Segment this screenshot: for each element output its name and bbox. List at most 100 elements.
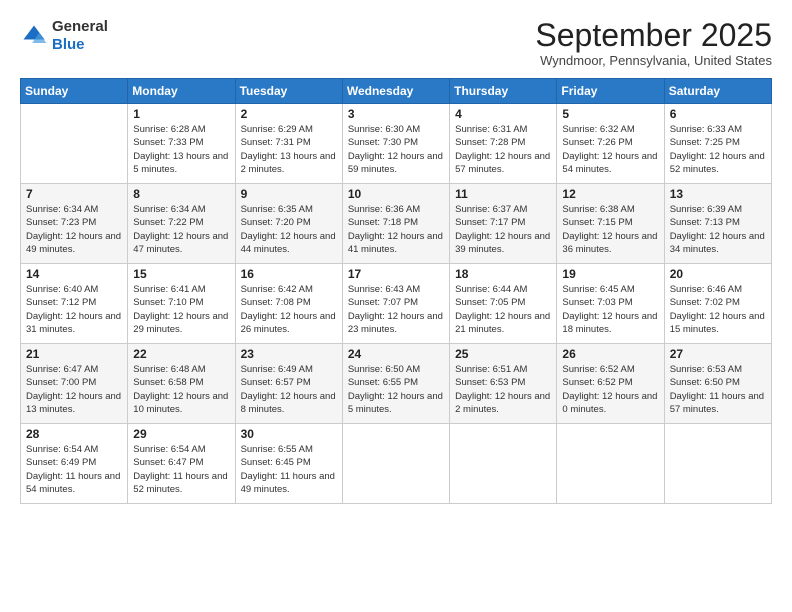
- day-number: 18: [455, 267, 551, 281]
- calendar-cell: 25 Sunrise: 6:51 AMSunset: 6:53 PMDayligh…: [450, 344, 557, 424]
- day-info: Sunrise: 6:41 AMSunset: 7:10 PMDaylight:…: [133, 283, 229, 336]
- day-number: 9: [241, 187, 337, 201]
- day-info: Sunrise: 6:33 AMSunset: 7:25 PMDaylight:…: [670, 123, 766, 176]
- day-number: 2: [241, 107, 337, 121]
- day-info: Sunrise: 6:35 AMSunset: 7:20 PMDaylight:…: [241, 203, 337, 256]
- day-info: Sunrise: 6:31 AMSunset: 7:28 PMDaylight:…: [455, 123, 551, 176]
- day-info: Sunrise: 6:30 AMSunset: 7:30 PMDaylight:…: [348, 123, 444, 176]
- calendar-day-header: Thursday: [450, 79, 557, 104]
- calendar-cell: 3 Sunrise: 6:30 AMSunset: 7:30 PMDaylight…: [342, 104, 449, 184]
- logo-text: General Blue: [52, 18, 108, 54]
- calendar-day-header: Saturday: [664, 79, 771, 104]
- day-number: 22: [133, 347, 229, 361]
- logo-blue: Blue: [52, 36, 85, 53]
- day-info: Sunrise: 6:54 AMSunset: 6:49 PMDaylight:…: [26, 443, 122, 496]
- day-number: 7: [26, 187, 122, 201]
- day-info: Sunrise: 6:51 AMSunset: 6:53 PMDaylight:…: [455, 363, 551, 416]
- calendar-cell: 22 Sunrise: 6:48 AMSunset: 6:58 PMDayligh…: [128, 344, 235, 424]
- day-number: 15: [133, 267, 229, 281]
- calendar-cell: 16 Sunrise: 6:42 AMSunset: 7:08 PMDayligh…: [235, 264, 342, 344]
- day-number: 26: [562, 347, 658, 361]
- calendar-cell: 14 Sunrise: 6:40 AMSunset: 7:12 PMDayligh…: [21, 264, 128, 344]
- location: Wyndmoor, Pennsylvania, United States: [535, 53, 772, 68]
- header: General Blue September 2025 Wyndmoor, Pe…: [20, 18, 772, 68]
- day-number: 12: [562, 187, 658, 201]
- day-number: 3: [348, 107, 444, 121]
- day-number: 28: [26, 427, 122, 441]
- calendar-cell: 1 Sunrise: 6:28 AMSunset: 7:33 PMDaylight…: [128, 104, 235, 184]
- day-number: 13: [670, 187, 766, 201]
- day-info: Sunrise: 6:37 AMSunset: 7:17 PMDaylight:…: [455, 203, 551, 256]
- calendar-cell: 9 Sunrise: 6:35 AMSunset: 7:20 PMDaylight…: [235, 184, 342, 264]
- day-info: Sunrise: 6:38 AMSunset: 7:15 PMDaylight:…: [562, 203, 658, 256]
- calendar-week-row: 7 Sunrise: 6:34 AMSunset: 7:23 PMDaylight…: [21, 184, 772, 264]
- logo: General Blue: [20, 18, 108, 54]
- calendar-cell: 10Sunrise: 6:36 AMSunset: 7:18 PMDayligh…: [342, 184, 449, 264]
- day-info: Sunrise: 6:54 AMSunset: 6:47 PMDaylight:…: [133, 443, 229, 496]
- day-number: 21: [26, 347, 122, 361]
- calendar-cell: 30 Sunrise: 6:55 AMSunset: 6:45 PMDayligh…: [235, 424, 342, 504]
- calendar-cell: 27 Sunrise: 6:53 AMSunset: 6:50 PMDayligh…: [664, 344, 771, 424]
- calendar-cell: 2 Sunrise: 6:29 AMSunset: 7:31 PMDaylight…: [235, 104, 342, 184]
- calendar-cell: [450, 424, 557, 504]
- calendar-cell: 12 Sunrise: 6:38 AMSunset: 7:15 PMDayligh…: [557, 184, 664, 264]
- calendar-cell: 8Sunrise: 6:34 AMSunset: 7:22 PMDaylight…: [128, 184, 235, 264]
- day-info: Sunrise: 6:42 AMSunset: 7:08 PMDaylight:…: [241, 283, 337, 336]
- calendar-cell: 17 Sunrise: 6:43 AMSunset: 7:07 PMDayligh…: [342, 264, 449, 344]
- day-info: Sunrise: 6:55 AMSunset: 6:45 PMDaylight:…: [241, 443, 337, 496]
- calendar-cell: 15 Sunrise: 6:41 AMSunset: 7:10 PMDayligh…: [128, 264, 235, 344]
- calendar-cell: [21, 104, 128, 184]
- day-number: 20: [670, 267, 766, 281]
- day-info: Sunrise: 6:40 AMSunset: 7:12 PMDaylight:…: [26, 283, 122, 336]
- day-info: Sunrise: 6:28 AMSunset: 7:33 PMDaylight:…: [133, 123, 229, 176]
- day-number: 5: [562, 107, 658, 121]
- day-number: 17: [348, 267, 444, 281]
- day-info: Sunrise: 6:53 AMSunset: 6:50 PMDaylight:…: [670, 363, 766, 416]
- calendar-cell: 29 Sunrise: 6:54 AMSunset: 6:47 PMDayligh…: [128, 424, 235, 504]
- calendar: SundayMondayTuesdayWednesdayThursdayFrid…: [20, 78, 772, 504]
- calendar-cell: 26Sunrise: 6:52 AMSunset: 6:52 PMDayligh…: [557, 344, 664, 424]
- day-info: Sunrise: 6:34 AMSunset: 7:22 PMDaylight:…: [133, 203, 229, 256]
- calendar-cell: 23 Sunrise: 6:49 AMSunset: 6:57 PMDayligh…: [235, 344, 342, 424]
- calendar-cell: 4 Sunrise: 6:31 AMSunset: 7:28 PMDaylight…: [450, 104, 557, 184]
- day-number: 16: [241, 267, 337, 281]
- day-info: Sunrise: 6:44 AMSunset: 7:05 PMDaylight:…: [455, 283, 551, 336]
- month-title: September 2025: [535, 18, 772, 53]
- calendar-cell: 24 Sunrise: 6:50 AMSunset: 6:55 PMDayligh…: [342, 344, 449, 424]
- day-info: Sunrise: 6:48 AMSunset: 6:58 PMDaylight:…: [133, 363, 229, 416]
- day-info: Sunrise: 6:43 AMSunset: 7:07 PMDaylight:…: [348, 283, 444, 336]
- day-number: 19: [562, 267, 658, 281]
- calendar-week-row: 28 Sunrise: 6:54 AMSunset: 6:49 PMDayligh…: [21, 424, 772, 504]
- day-info: Sunrise: 6:29 AMSunset: 7:31 PMDaylight:…: [241, 123, 337, 176]
- calendar-cell: 19 Sunrise: 6:45 AMSunset: 7:03 PMDayligh…: [557, 264, 664, 344]
- day-info: Sunrise: 6:50 AMSunset: 6:55 PMDaylight:…: [348, 363, 444, 416]
- day-number: 14: [26, 267, 122, 281]
- page: General Blue September 2025 Wyndmoor, Pe…: [0, 0, 792, 612]
- day-info: Sunrise: 6:36 AMSunset: 7:18 PMDaylight:…: [348, 203, 444, 256]
- day-number: 25: [455, 347, 551, 361]
- day-number: 29: [133, 427, 229, 441]
- calendar-week-row: 21 Sunrise: 6:47 AMSunset: 7:00 PMDayligh…: [21, 344, 772, 424]
- calendar-cell: 7 Sunrise: 6:34 AMSunset: 7:23 PMDaylight…: [21, 184, 128, 264]
- day-info: Sunrise: 6:49 AMSunset: 6:57 PMDaylight:…: [241, 363, 337, 416]
- day-number: 23: [241, 347, 337, 361]
- logo-icon: [20, 22, 48, 50]
- day-info: Sunrise: 6:45 AMSunset: 7:03 PMDaylight:…: [562, 283, 658, 336]
- calendar-cell: [342, 424, 449, 504]
- calendar-cell: 20 Sunrise: 6:46 AMSunset: 7:02 PMDayligh…: [664, 264, 771, 344]
- day-info: Sunrise: 6:46 AMSunset: 7:02 PMDaylight:…: [670, 283, 766, 336]
- calendar-cell: 21 Sunrise: 6:47 AMSunset: 7:00 PMDayligh…: [21, 344, 128, 424]
- day-info: Sunrise: 6:47 AMSunset: 7:00 PMDaylight:…: [26, 363, 122, 416]
- calendar-day-header: Tuesday: [235, 79, 342, 104]
- calendar-day-header: Monday: [128, 79, 235, 104]
- day-info: Sunrise: 6:39 AMSunset: 7:13 PMDaylight:…: [670, 203, 766, 256]
- day-number: 30: [241, 427, 337, 441]
- day-number: 4: [455, 107, 551, 121]
- day-number: 1: [133, 107, 229, 121]
- day-info: Sunrise: 6:34 AMSunset: 7:23 PMDaylight:…: [26, 203, 122, 256]
- calendar-week-row: 14 Sunrise: 6:40 AMSunset: 7:12 PMDayligh…: [21, 264, 772, 344]
- day-number: 24: [348, 347, 444, 361]
- day-number: 27: [670, 347, 766, 361]
- calendar-cell: [557, 424, 664, 504]
- calendar-cell: 13 Sunrise: 6:39 AMSunset: 7:13 PMDayligh…: [664, 184, 771, 264]
